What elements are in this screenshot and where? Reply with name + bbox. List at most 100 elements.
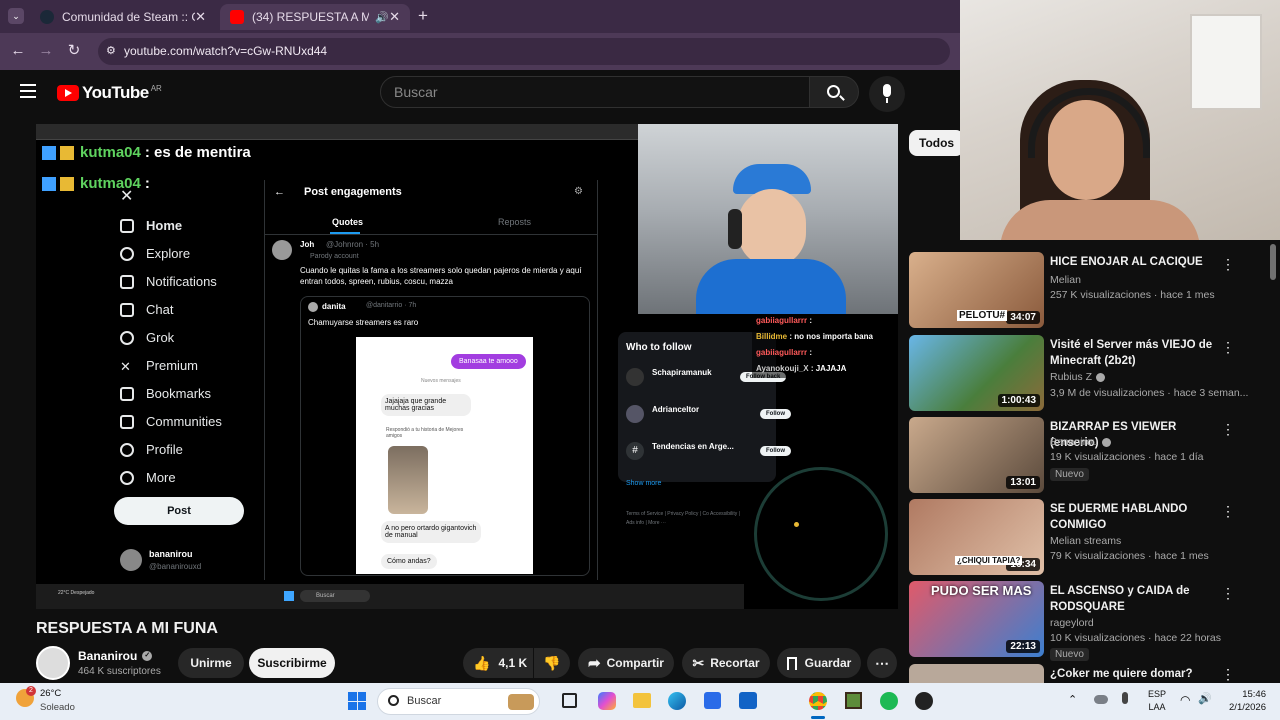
recommendation-item[interactable]: 34:07 PELOTU# HICE ENOJAR AL CACIQUE Mel…: [909, 252, 1269, 328]
url-field[interactable]: ⚙ youtube.com/watch?v=cGw-RNUxd44: [98, 38, 950, 65]
follow-name: Adrianceltor: [652, 405, 700, 414]
x-nav-communities: Communities: [120, 414, 222, 429]
spotify-icon[interactable]: [880, 692, 898, 710]
video-player[interactable]: kutma04 : es de mentira kutma04 : ✕ Home…: [36, 124, 898, 609]
video-thumbnail[interactable]: [909, 664, 1044, 683]
search-icon: [120, 246, 134, 261]
x-back-icon: ←: [274, 186, 285, 198]
voice-search-button[interactable]: [869, 76, 905, 112]
grok-icon: [120, 330, 134, 345]
x-settings-icon: ⚙: [574, 186, 583, 197]
close-tab-icon[interactable]: ✕: [389, 9, 400, 25]
recommendation-item[interactable]: 13:01 BIZARRAP ES VIEWER (enserio) Banan…: [909, 417, 1269, 493]
loading-dot: [794, 522, 799, 527]
new-tab-icon[interactable]: +: [418, 6, 428, 26]
clock[interactable]: 15:46 2/1/2026: [1228, 688, 1266, 714]
menu-icon[interactable]: [20, 84, 36, 98]
verified-icon: [1096, 372, 1106, 382]
more-vert-icon[interactable]: ⋮: [1221, 503, 1235, 520]
x-nav-explore: Explore: [120, 246, 190, 261]
share-icon: ➦: [588, 655, 601, 672]
mic-tray-icon[interactable]: [1122, 692, 1128, 704]
thumb-up-icon: 👍: [473, 654, 491, 671]
people-icon: [120, 414, 134, 429]
chrome-icon[interactable]: [809, 692, 827, 710]
video-thumbnail[interactable]: PUDO SER MAS 22:13: [909, 581, 1044, 657]
join-button[interactable]: Unirme: [178, 648, 244, 678]
weather-temp: 26°C: [40, 688, 62, 699]
obs-icon[interactable]: [915, 692, 933, 710]
copilot-icon[interactable]: [598, 692, 616, 710]
thumb-down-icon: 👎: [543, 654, 561, 671]
filter-chip-all[interactable]: Todos: [909, 130, 965, 156]
more-vert-icon[interactable]: ⋮: [1221, 666, 1235, 683]
bell-icon: [120, 274, 134, 289]
channel-avatar[interactable]: [36, 646, 70, 680]
thumbnail-overlay-text: PELOTU#: [957, 310, 1008, 321]
share-button[interactable]: ➦ Compartir: [578, 648, 674, 678]
recommendation-item[interactable]: 1:00:43 Visité el Server más VIEJO de Mi…: [909, 335, 1269, 411]
forward-icon[interactable]: →: [36, 41, 56, 61]
youtube-wordmark: YouTube: [82, 83, 149, 102]
close-tab-icon[interactable]: ✕: [195, 9, 206, 25]
notification-count: 2: [26, 686, 36, 696]
reload-icon[interactable]: ↻: [64, 41, 84, 61]
minecraft-icon[interactable]: [845, 692, 862, 709]
video-thumbnail[interactable]: 13:01: [909, 417, 1044, 493]
bookmark-icon: [786, 656, 797, 670]
taskbar-search[interactable]: Buscar: [377, 688, 540, 715]
x-icon: ✕: [120, 358, 131, 374]
weather-desc: Soleado: [40, 702, 75, 713]
more-vert-icon[interactable]: ⋮: [1221, 585, 1235, 602]
more-vert-icon[interactable]: ⋮: [1221, 339, 1235, 356]
new-badge: Nuevo: [1050, 468, 1089, 481]
recommendation-item[interactable]: ¿Coker me quiere domar? ⋮: [909, 664, 1269, 683]
onedrive-icon[interactable]: [1094, 695, 1108, 704]
youtube-logo[interactable]: YouTube AR: [57, 83, 162, 103]
streamer-webcam: [638, 124, 898, 314]
follow-avatar: [626, 368, 644, 386]
like-button[interactable]: 👍 4,1 K: [463, 648, 533, 678]
subscribe-button[interactable]: Suscribirme: [249, 648, 335, 678]
file-explorer-icon[interactable]: [633, 693, 651, 708]
edge-icon[interactable]: [668, 692, 686, 710]
video-thumbnail[interactable]: 1:00:43: [909, 335, 1044, 411]
more-vert-icon[interactable]: ⋮: [1221, 256, 1235, 273]
video-thumbnail[interactable]: 16:34 ¿CHIQUI TAPIA?: [909, 499, 1044, 575]
x-logo-icon: ✕: [120, 188, 134, 205]
site-info-icon[interactable]: ⚙: [106, 38, 116, 65]
recommendation-item[interactable]: PUDO SER MAS 22:13 EL ASCENSO y CAIDA de…: [909, 581, 1269, 661]
video-title: ¿Coker me quiere domar?: [1050, 668, 1193, 680]
tab-youtube[interactable]: (34) RESPUESTA A MI FUNA 🔊 ✕: [220, 4, 410, 30]
task-view-icon[interactable]: [562, 693, 577, 708]
recommendation-item[interactable]: 16:34 ¿CHIQUI TAPIA? SE DUERME HABLANDO …: [909, 499, 1269, 575]
channel-name[interactable]: Bananirou ✓: [78, 649, 153, 663]
more-actions-button[interactable]: ⋯: [867, 648, 897, 678]
new-badge: Nuevo: [1050, 648, 1089, 661]
volume-icon[interactable]: 🔊: [1198, 692, 1212, 705]
store-icon[interactable]: [704, 692, 721, 709]
more-vert-icon[interactable]: ⋮: [1221, 421, 1235, 438]
search-button[interactable]: [809, 76, 859, 108]
back-icon[interactable]: ←: [8, 41, 28, 61]
tray-chevron-icon[interactable]: ⌃: [1068, 693, 1077, 706]
x-nav-home: Home: [120, 218, 182, 233]
save-button[interactable]: Guardar: [777, 648, 861, 678]
language-indicator[interactable]: ESP LAA: [1148, 688, 1166, 714]
follow-name: Schapiramanuk: [652, 368, 712, 377]
tab-steam[interactable]: Comunidad de Steam :: Guía :: C ✕: [30, 4, 216, 30]
search-icon: [388, 695, 399, 706]
tab-list-menu-icon[interactable]: ⌄: [8, 8, 24, 24]
sidebar-scrollbar[interactable]: [1270, 244, 1276, 280]
speaker-icon[interactable]: 🔊: [375, 11, 389, 24]
x-nav-bookmarks: Bookmarks: [120, 386, 211, 401]
inner-weather: 22°C Despejado: [58, 590, 95, 596]
clip-button[interactable]: ✂ Recortar: [682, 648, 770, 678]
dislike-button[interactable]: 👎: [534, 648, 570, 678]
tab-label: Comunidad de Steam :: Guía :: C: [62, 10, 195, 24]
windows-start-icon[interactable]: [348, 692, 366, 710]
outlook-icon[interactable]: [739, 692, 757, 709]
wifi-icon[interactable]: ◠: [1180, 693, 1190, 707]
video-thumbnail[interactable]: 34:07 PELOTU#: [909, 252, 1044, 328]
search-input[interactable]: Buscar: [380, 76, 810, 108]
